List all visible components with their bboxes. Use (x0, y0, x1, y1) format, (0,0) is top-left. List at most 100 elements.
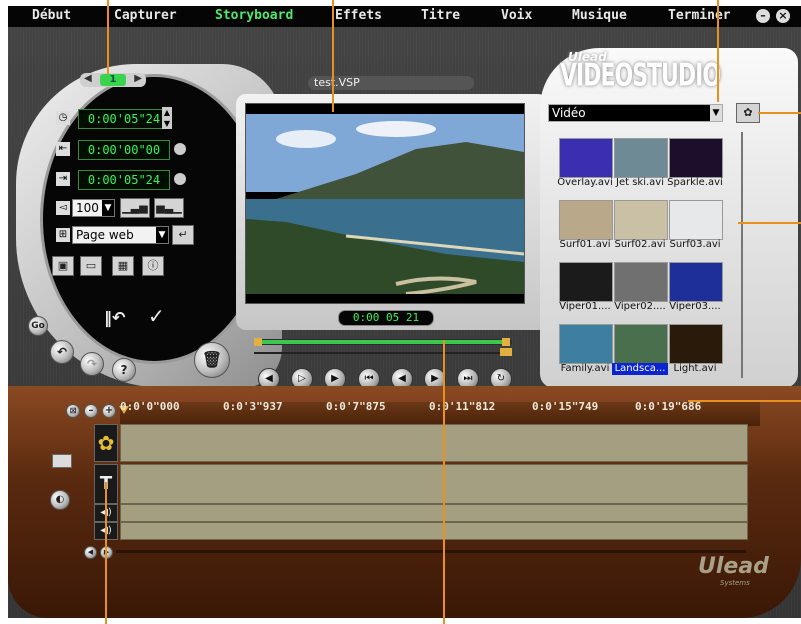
prev-tab-icon[interactable]: ◀ (84, 73, 92, 84)
trim-end-handle[interactable] (502, 338, 510, 346)
mark-out-field[interactable]: 0:00'05"24 (78, 170, 170, 190)
panel-tab-nav[interactable]: ◀ 1 ▶ (80, 73, 146, 87)
next-tab-icon[interactable]: ▶ (134, 73, 142, 84)
library-thumbnail[interactable]: Viper01.... (559, 262, 613, 312)
output-select[interactable]: Page web ▼ (72, 226, 169, 244)
trim-range (262, 340, 502, 344)
timeline-view-icon[interactable]: ◐ (50, 490, 70, 510)
go-button[interactable]: Go (28, 316, 48, 336)
library-thumbnail[interactable]: Light.avi (669, 324, 723, 374)
voice-track[interactable] (120, 504, 748, 522)
library-thumbnail[interactable]: Viper03.... (669, 262, 723, 312)
chevron-down-icon[interactable]: ▼ (156, 227, 168, 243)
callout-line-tab (107, 0, 109, 74)
tv-icon[interactable]: ▦ (112, 256, 134, 276)
thumbnail-image (559, 324, 613, 364)
menu-effets[interactable]: Effets (335, 8, 382, 23)
library-thumbnail[interactable]: Jet ski.avi (614, 138, 668, 188)
trim-bar[interactable] (254, 338, 512, 346)
videostudio-window: Début Capturer Storyboard Effets Titre V… (8, 6, 801, 618)
duration-field[interactable]: 0:00'05"24 (78, 109, 170, 129)
library-category-select[interactable]: Vidéo ▼ (548, 104, 723, 122)
info-icon[interactable]: ⓘ (142, 256, 164, 276)
thumbnail-label: Light.avi (673, 363, 717, 374)
library-thumbnail[interactable]: Sparkle.avi (667, 138, 723, 188)
music-track[interactable] (120, 522, 748, 540)
thumbnail-image (614, 138, 668, 178)
preview-timecode: 0:00 05 21 (338, 310, 434, 326)
confirm-icon[interactable]: ✓ (148, 304, 165, 328)
film-icon[interactable]: ▭ (80, 256, 102, 276)
menu-capturer[interactable]: Capturer (114, 8, 177, 23)
library-thumbnail[interactable]: Viper02.... (614, 262, 668, 312)
menu-terminer[interactable]: Terminer (668, 8, 731, 23)
zoom-fit-icon[interactable]: ⊠ (66, 404, 80, 418)
thumbnail-image (559, 262, 613, 302)
volume-select[interactable]: 100 ▼ (72, 199, 115, 217)
menu-debut[interactable]: Début (32, 8, 71, 23)
menu-voix[interactable]: Voix (501, 8, 532, 23)
close-icon[interactable]: × (776, 9, 790, 23)
thumbnail-image (669, 324, 723, 364)
library-thumbnail[interactable]: Surf03.avi (669, 200, 723, 250)
ruler-tick-label: 0:0'11"812 (429, 400, 496, 413)
video-track-icon: ✿ (94, 424, 118, 462)
panel-tab-1[interactable]: 1 (100, 74, 126, 86)
chevron-down-icon[interactable]: ▼ (710, 105, 722, 121)
duration-spinner-icon[interactable]: ▲ ▼ (162, 107, 172, 129)
landscape-preview-image (246, 104, 525, 303)
scroll-left-icon[interactable]: ◀ (84, 546, 97, 559)
undo-icon[interactable]: ↶ (50, 340, 74, 364)
menu-titre[interactable]: Titre (421, 8, 460, 23)
callout-line-ruler (688, 400, 801, 402)
thumbnail-image (614, 324, 668, 364)
scrub-bar[interactable] (254, 348, 512, 356)
thumbnail-label: Surf01.avi (559, 239, 611, 250)
go-to-mark-in-icon[interactable] (174, 143, 186, 155)
thumbnail-image (559, 138, 613, 178)
library-thumbnail[interactable]: Family.avi (559, 324, 613, 374)
mark-out-icon[interactable]: ⇥ (56, 172, 70, 186)
undo-clip-icon[interactable]: ‖↶ (104, 308, 125, 327)
thumbnail-image (669, 138, 723, 178)
thumbnail-label: Viper02.... (614, 301, 666, 312)
thumbnail-label: Jet ski.avi (616, 177, 664, 188)
trim-start-handle[interactable] (254, 338, 262, 346)
library-category-value: Vidéo (552, 106, 586, 120)
ruler-tick-label: 0:0'3"937 (223, 400, 283, 413)
load-media-icon[interactable]: ✿ (736, 103, 760, 123)
fade-out-button[interactable]: ▅▃▁ (154, 198, 184, 218)
fade-in-button[interactable]: ▁▃▅ (120, 198, 150, 218)
help-icon[interactable]: ? (112, 358, 136, 382)
library-thumbnail[interactable]: Overlay.avi (557, 138, 613, 188)
thumbnail-label: Surf03.avi (669, 239, 721, 250)
library-thumbnail[interactable]: Landsca... (612, 324, 668, 375)
chevron-down-icon[interactable]: ▼ (102, 200, 114, 216)
apply-output-button[interactable]: ↵ (172, 225, 194, 245)
minimize-icon[interactable]: – (756, 9, 770, 23)
save-icon[interactable]: ▣ (52, 256, 74, 276)
library-thumbnail[interactable]: Surf02.avi (614, 200, 668, 250)
menu-musique[interactable]: Musique (572, 8, 627, 23)
zoom-out-icon[interactable]: – (84, 404, 98, 418)
thumbnail-image (669, 200, 723, 240)
scrub-handle[interactable] (500, 348, 512, 356)
ruler-tick-label: 0:0'0"000 (120, 400, 180, 413)
video-track[interactable] (120, 424, 748, 462)
menu-storyboard[interactable]: Storyboard (215, 8, 293, 23)
mark-in-icon[interactable]: ⇤ (56, 142, 70, 156)
thumbnail-label: Sparkle.avi (667, 177, 723, 188)
output-icon: ⊞ (56, 228, 70, 242)
trash-icon[interactable]: 🗑 (194, 342, 230, 378)
callout-line-load-media (758, 112, 801, 114)
mark-in-field[interactable]: 0:00'00"00 (78, 140, 170, 160)
redo-icon[interactable]: ↷ (80, 352, 104, 376)
timeline-scrollbar[interactable] (116, 550, 746, 553)
thumbnail-image (559, 200, 613, 240)
title-track[interactable] (120, 464, 748, 504)
library-scrollbar[interactable] (741, 132, 743, 378)
zoom-in-icon[interactable]: + (102, 404, 116, 418)
storyboard-view-icon[interactable] (52, 454, 72, 468)
go-to-mark-out-icon[interactable] (174, 173, 186, 185)
library-thumbnail[interactable]: Surf01.avi (559, 200, 613, 250)
